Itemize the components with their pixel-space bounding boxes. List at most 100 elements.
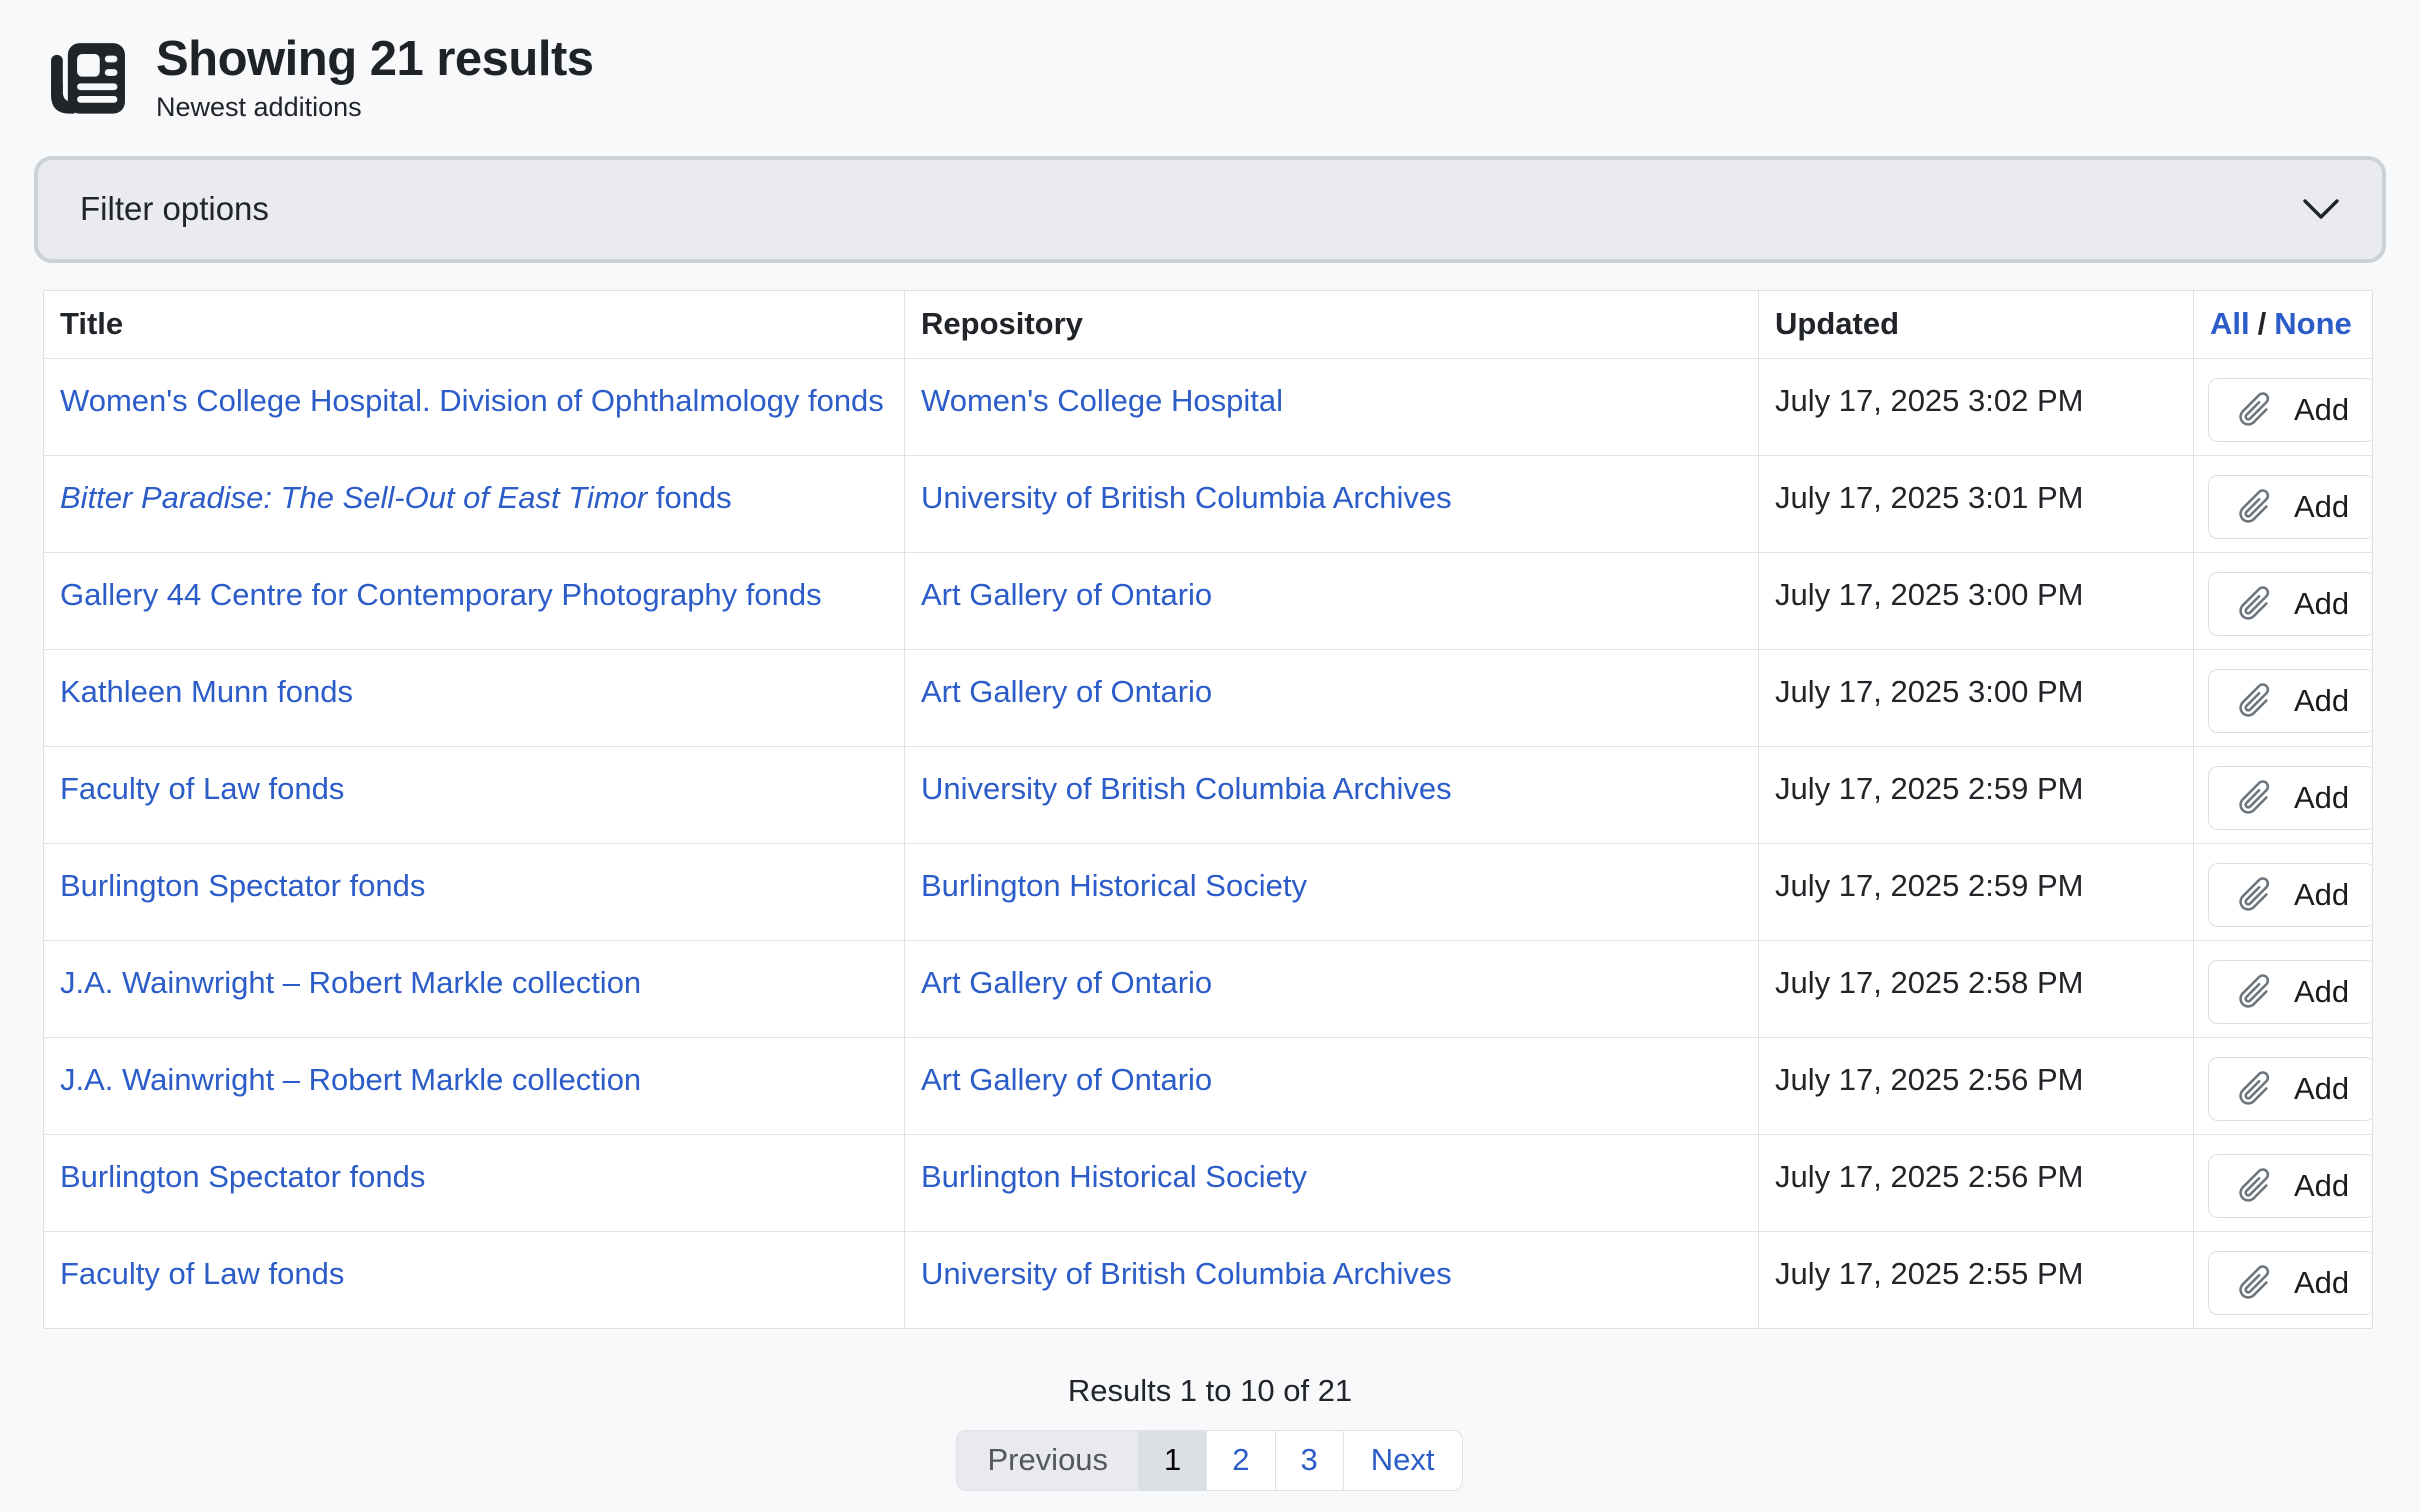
table-row: Kathleen Munn fonds Art Gallery of Ontar… xyxy=(44,649,2373,746)
paperclip-icon xyxy=(2227,1254,2285,1312)
pagination: Previous 1 2 3 Next xyxy=(0,1430,2420,1491)
title-cell: J.A. Wainwright – Robert Markle collecti… xyxy=(44,1037,905,1134)
pagination-page-2[interactable]: 2 xyxy=(1206,1430,1275,1491)
updated-timestamp: July 17, 2025 2:59 PM xyxy=(1759,843,2194,940)
repository-link[interactable]: Art Gallery of Ontario xyxy=(921,674,1212,709)
table-row: Faculty of Law fonds University of Briti… xyxy=(44,746,2373,843)
select-all-link[interactable]: All xyxy=(2210,306,2250,341)
table-row: J.A. Wainwright – Robert Markle collecti… xyxy=(44,1037,2373,1134)
title-link[interactable]: Faculty of Law fonds xyxy=(60,771,344,806)
repository-link[interactable]: Women's College Hospital xyxy=(921,383,1283,418)
add-cell: Add xyxy=(2194,649,2373,746)
pagination-previous[interactable]: Previous xyxy=(956,1430,1139,1491)
add-clipboard-button[interactable]: Add xyxy=(2208,1154,2373,1218)
repository-cell: University of British Columbia Archives xyxy=(905,455,1759,552)
title-link[interactable]: Bitter Paradise: The Sell-Out of East Ti… xyxy=(60,480,732,515)
table-row: Bitter Paradise: The Sell-Out of East Ti… xyxy=(44,455,2373,552)
repository-link[interactable]: University of British Columbia Archives xyxy=(921,1256,1452,1291)
add-cell: Add xyxy=(2194,552,2373,649)
title-link[interactable]: J.A. Wainwright – Robert Markle collecti… xyxy=(60,1062,641,1097)
title-cell: Kathleen Munn fonds xyxy=(44,649,905,746)
title-link[interactable]: Women's College Hospital. Division of Op… xyxy=(60,383,884,418)
title-cell: Burlington Spectator fonds xyxy=(44,1134,905,1231)
updated-timestamp: July 17, 2025 2:56 PM xyxy=(1759,1134,2194,1231)
repository-cell: Art Gallery of Ontario xyxy=(905,649,1759,746)
repository-cell: Women's College Hospital xyxy=(905,358,1759,455)
add-cell: Add xyxy=(2194,746,2373,843)
title-link[interactable]: J.A. Wainwright – Robert Markle collecti… xyxy=(60,965,641,1000)
title-link[interactable]: Gallery 44 Centre for Contemporary Photo… xyxy=(60,577,822,612)
add-clipboard-button[interactable]: Add xyxy=(2208,863,2373,927)
column-header-updated: Updated xyxy=(1759,290,2194,358)
repository-link[interactable]: University of British Columbia Archives xyxy=(921,771,1452,806)
column-header-title: Title xyxy=(44,290,905,358)
add-clipboard-button[interactable]: Add xyxy=(2208,1057,2373,1121)
column-header-select: All/None xyxy=(2194,290,2373,358)
column-header-repository: Repository xyxy=(905,290,1759,358)
repository-link[interactable]: Art Gallery of Ontario xyxy=(921,577,1212,612)
table-row: Burlington Spectator fonds Burlington Hi… xyxy=(44,843,2373,940)
page-subtitle: Newest additions xyxy=(156,92,594,123)
updated-timestamp: July 17, 2025 2:58 PM xyxy=(1759,940,2194,1037)
add-cell: Add xyxy=(2194,1231,2373,1328)
newspaper-icon xyxy=(46,33,130,117)
paperclip-icon xyxy=(2227,1060,2285,1118)
table-header-row: Title Repository Updated All/None xyxy=(44,290,2373,358)
repository-cell: University of British Columbia Archives xyxy=(905,1231,1759,1328)
repository-link[interactable]: University of British Columbia Archives xyxy=(921,480,1452,515)
add-cell: Add xyxy=(2194,358,2373,455)
repository-link[interactable]: Burlington Historical Society xyxy=(921,868,1307,903)
updated-timestamp: July 17, 2025 3:00 PM xyxy=(1759,649,2194,746)
title-link[interactable]: Kathleen Munn fonds xyxy=(60,674,353,709)
page-title: Showing 21 results xyxy=(156,33,594,87)
paperclip-icon xyxy=(2227,963,2285,1021)
select-separator: / xyxy=(2258,306,2267,341)
add-cell: Add xyxy=(2194,1037,2373,1134)
title-link[interactable]: Faculty of Law fonds xyxy=(60,1256,344,1291)
updated-timestamp: July 17, 2025 3:01 PM xyxy=(1759,455,2194,552)
repository-cell: Burlington Historical Society xyxy=(905,843,1759,940)
title-cell: Burlington Spectator fonds xyxy=(44,843,905,940)
add-clipboard-button[interactable]: Add xyxy=(2208,378,2373,442)
add-clipboard-button[interactable]: Add xyxy=(2208,766,2373,830)
paperclip-icon xyxy=(2227,769,2285,827)
add-clipboard-button[interactable]: Add xyxy=(2208,475,2373,539)
repository-cell: University of British Columbia Archives xyxy=(905,746,1759,843)
pagination-page-3[interactable]: 3 xyxy=(1275,1430,1344,1491)
repository-cell: Burlington Historical Society xyxy=(905,1134,1759,1231)
add-cell: Add xyxy=(2194,940,2373,1037)
add-clipboard-button[interactable]: Add xyxy=(2208,572,2373,636)
repository-link[interactable]: Burlington Historical Society xyxy=(921,1159,1307,1194)
header-text: Showing 21 results Newest additions xyxy=(156,33,594,123)
paperclip-icon xyxy=(2227,672,2285,730)
add-clipboard-button[interactable]: Add xyxy=(2208,1251,2373,1315)
title-link[interactable]: Burlington Spectator fonds xyxy=(60,1159,425,1194)
paperclip-icon xyxy=(2227,1157,2285,1215)
table-row: Gallery 44 Centre for Contemporary Photo… xyxy=(44,552,2373,649)
title-cell: Gallery 44 Centre for Contemporary Photo… xyxy=(44,552,905,649)
table-row: Faculty of Law fonds University of Briti… xyxy=(44,1231,2373,1328)
add-clipboard-button[interactable]: Add xyxy=(2208,960,2373,1024)
pagination-next[interactable]: Next xyxy=(1343,1430,1463,1491)
title-cell: Women's College Hospital. Division of Op… xyxy=(44,358,905,455)
title-link[interactable]: Burlington Spectator fonds xyxy=(60,868,425,903)
filter-options-label: Filter options xyxy=(80,190,269,228)
add-cell: Add xyxy=(2194,843,2373,940)
pagination-page-1[interactable]: 1 xyxy=(1138,1430,1207,1491)
repository-link[interactable]: Art Gallery of Ontario xyxy=(921,1062,1212,1097)
page-header: Showing 21 results Newest additions xyxy=(0,0,2420,123)
repository-cell: Art Gallery of Ontario xyxy=(905,552,1759,649)
repository-link[interactable]: Art Gallery of Ontario xyxy=(921,965,1212,1000)
select-none-link[interactable]: None xyxy=(2274,306,2352,341)
add-cell: Add xyxy=(2194,455,2373,552)
chevron-down-icon xyxy=(2302,198,2340,220)
table-row: Burlington Spectator fonds Burlington Hi… xyxy=(44,1134,2373,1231)
title-cell: Faculty of Law fonds xyxy=(44,746,905,843)
title-cell: Faculty of Law fonds xyxy=(44,1231,905,1328)
filter-options-toggle[interactable]: Filter options xyxy=(34,156,2386,263)
paperclip-icon xyxy=(2227,381,2285,439)
updated-timestamp: July 17, 2025 2:59 PM xyxy=(1759,746,2194,843)
results-table: Title Repository Updated All/None Women'… xyxy=(43,290,2373,1329)
paperclip-icon xyxy=(2227,575,2285,633)
add-clipboard-button[interactable]: Add xyxy=(2208,669,2373,733)
